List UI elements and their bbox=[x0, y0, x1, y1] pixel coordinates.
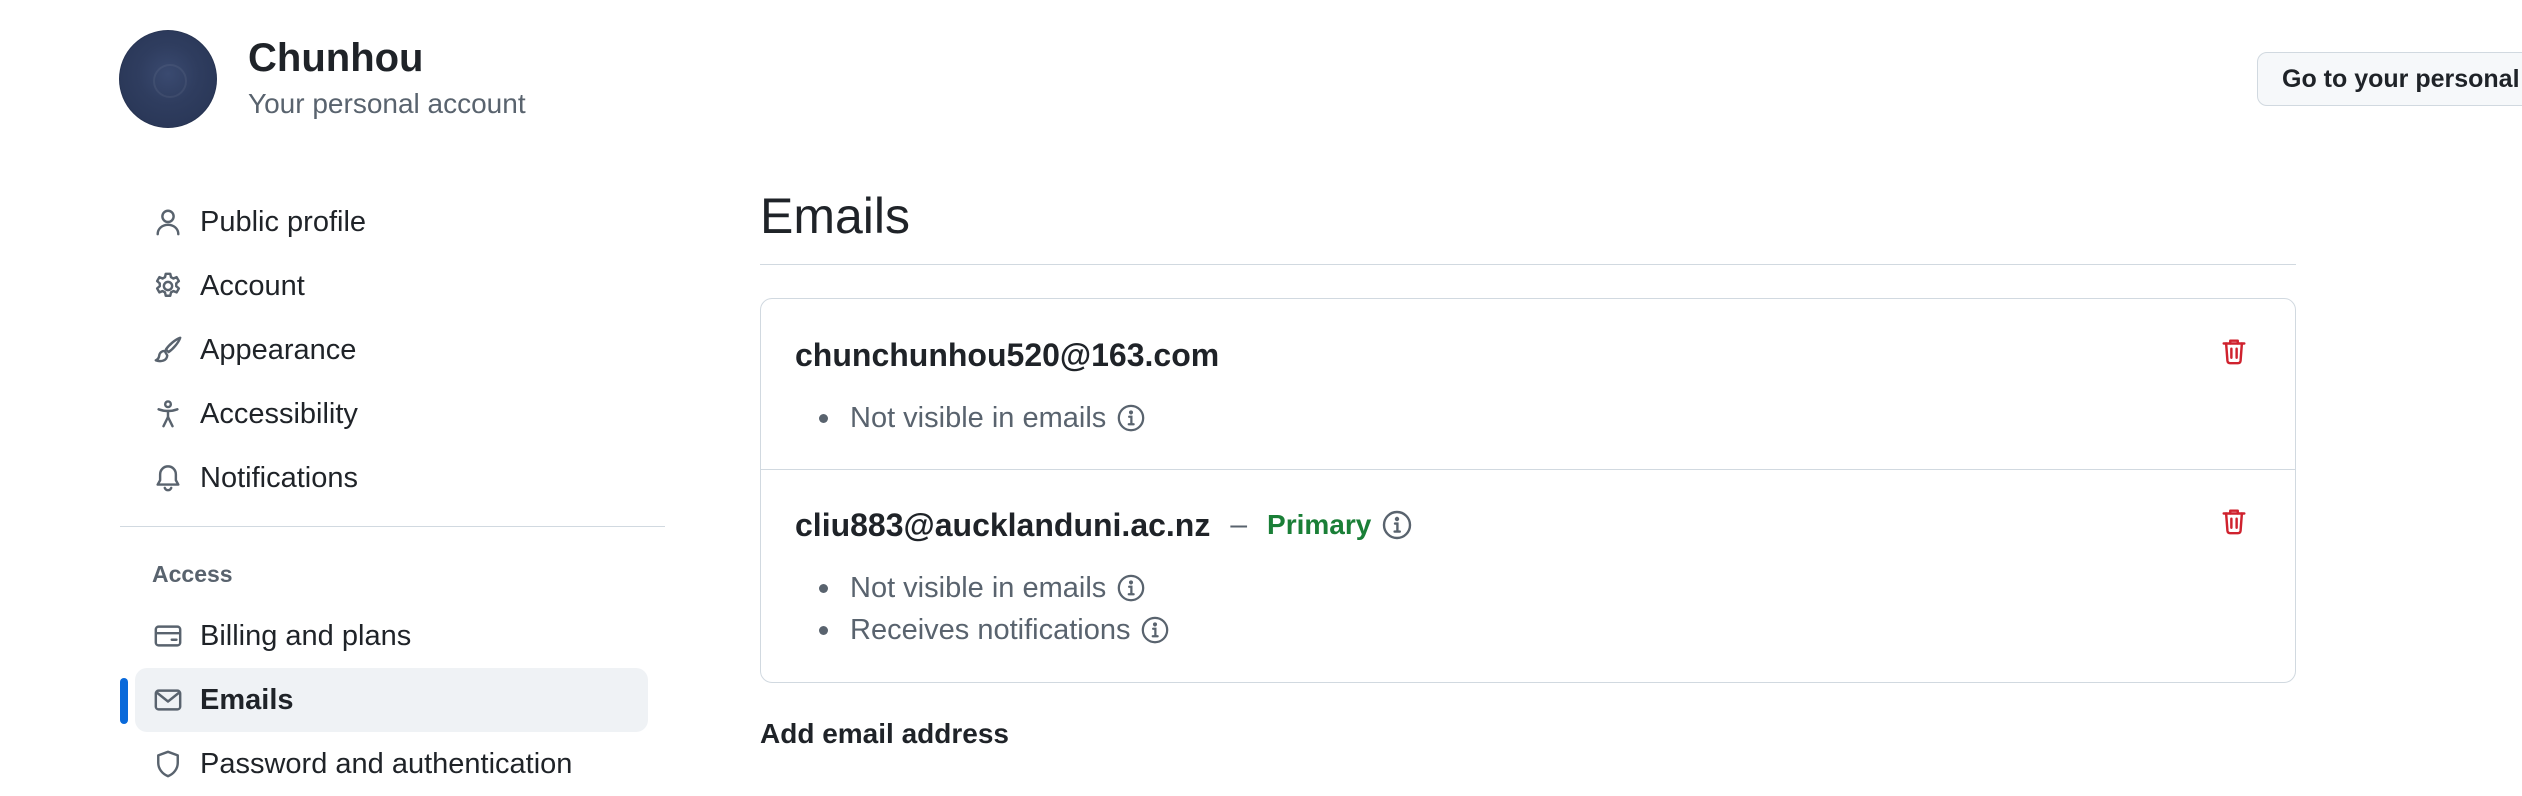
person-icon bbox=[153, 207, 183, 237]
sidebar-item-appearance[interactable]: Appearance bbox=[135, 318, 648, 382]
email-row: chunchunhou520@163.com Not visible in em… bbox=[761, 299, 2295, 470]
email-property-text: Not visible in emails bbox=[850, 402, 1107, 434]
bullet bbox=[819, 625, 828, 635]
sidebar-item-notifications[interactable]: Notifications bbox=[135, 446, 648, 510]
sidebar-item-billing[interactable]: Billing and plans bbox=[135, 604, 648, 668]
shield-lock-icon bbox=[153, 749, 183, 779]
accessibility-icon bbox=[153, 399, 183, 429]
sidebar-item-account[interactable]: Account bbox=[135, 254, 648, 318]
info-icon[interactable] bbox=[1116, 573, 1146, 603]
email-property-text: Not visible in emails bbox=[850, 572, 1107, 604]
account-subtitle: Your personal account bbox=[248, 88, 526, 119]
primary-badge: Primary bbox=[1267, 509, 1372, 540]
mail-icon bbox=[153, 685, 183, 715]
email-properties: Not visible in emails bbox=[795, 397, 1146, 439]
credit-card-icon bbox=[153, 621, 183, 651]
sidebar-item-accessibility[interactable]: Accessibility bbox=[135, 382, 648, 446]
sidebar-item-label: Password and authentication bbox=[200, 748, 573, 780]
sidebar-item-label: Emails bbox=[200, 684, 294, 716]
user-name[interactable]: Chunhou bbox=[248, 34, 424, 82]
sidebar-item-public-profile[interactable]: Public profile bbox=[135, 190, 648, 254]
email-property: Not visible in emails bbox=[795, 567, 1170, 609]
add-email-heading: Add email address bbox=[760, 718, 1009, 749]
email-properties: Not visible in emails Receives notificat… bbox=[795, 567, 1170, 651]
gear-icon bbox=[153, 271, 183, 301]
sidebar-item-emails[interactable]: Emails bbox=[135, 668, 648, 732]
sidebar-item-label: Billing and plans bbox=[200, 620, 412, 652]
bell-icon bbox=[153, 463, 183, 493]
trash-icon[interactable] bbox=[2219, 505, 2249, 537]
email-address: chunchunhou520@163.com bbox=[795, 337, 1220, 373]
avatar[interactable] bbox=[119, 30, 217, 128]
info-icon[interactable] bbox=[1381, 509, 1413, 541]
sidebar-item-label: Notifications bbox=[200, 462, 358, 494]
selected-indicator bbox=[120, 678, 128, 724]
sidebar-item-label: Appearance bbox=[200, 334, 357, 366]
info-icon[interactable] bbox=[1140, 615, 1170, 645]
sidebar-item-password-and-authentication[interactable]: Password and authentication bbox=[135, 732, 648, 796]
sidebar-item-label: Accessibility bbox=[200, 398, 358, 430]
email-property: Receives notifications bbox=[795, 609, 1170, 651]
page-title: Emails bbox=[760, 188, 911, 244]
email-list: chunchunhou520@163.com Not visible in em… bbox=[760, 298, 2296, 683]
sidebar-divider bbox=[120, 526, 665, 527]
sidebar-item-label: Public profile bbox=[200, 206, 367, 238]
go-to-profile-button[interactable]: Go to your personal profile bbox=[2257, 52, 2522, 106]
trash-icon[interactable] bbox=[2219, 335, 2249, 367]
email-row: cliu883@aucklanduni.ac.nz – Primary Not … bbox=[761, 469, 2295, 683]
email-address: cliu883@aucklanduni.ac.nz bbox=[795, 507, 1211, 543]
sidebar-item-label: Account bbox=[200, 270, 305, 302]
sidebar-section-heading-access: Access bbox=[152, 561, 233, 587]
email-property-text: Receives notifications bbox=[850, 614, 1131, 646]
separator: – bbox=[1230, 508, 1248, 541]
info-icon[interactable] bbox=[1116, 403, 1146, 433]
title-divider bbox=[760, 264, 2296, 265]
paintbrush-icon bbox=[153, 335, 183, 365]
email-property: Not visible in emails bbox=[795, 397, 1146, 439]
bullet bbox=[819, 413, 828, 423]
bullet bbox=[819, 583, 828, 593]
